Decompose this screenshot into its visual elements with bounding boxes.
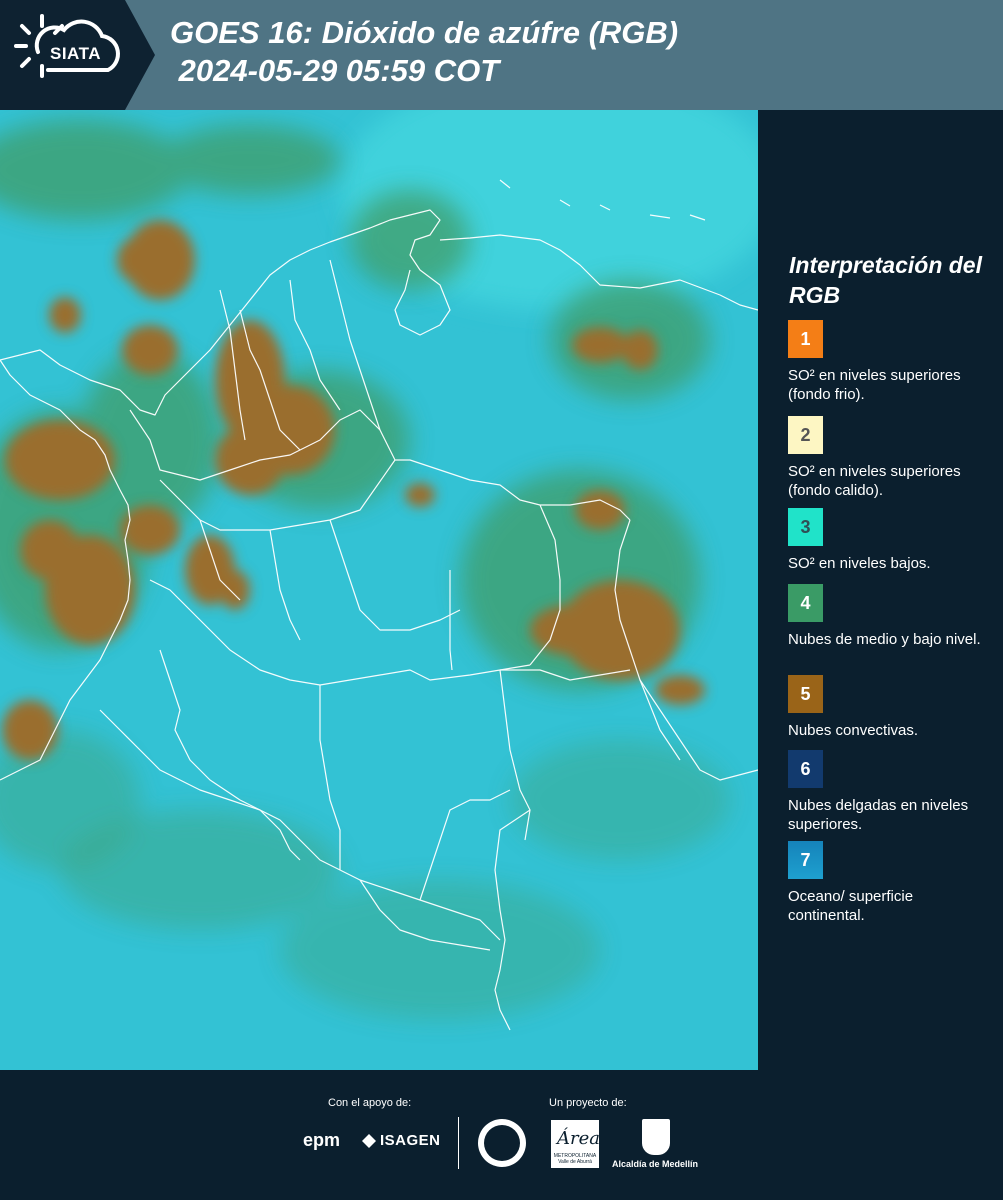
legend-item-7: 7 Oceano/ superficie continental.	[788, 841, 988, 925]
alcaldia-shield-icon	[642, 1119, 670, 1155]
legend-item-6: 6 Nubes delgadas en niveles superiores.	[788, 750, 988, 834]
legend-desc-5: Nubes convectivas.	[788, 722, 919, 739]
project-label: Un proyecto de:	[549, 1097, 627, 1109]
legend-swatch-3: 3	[788, 508, 823, 546]
legend-desc-1: SO² en niveles superiores (fondo frio).	[788, 367, 961, 403]
satellite-map	[0, 110, 758, 1070]
legend-desc-4: Nubes de medio y bajo nivel.	[788, 631, 981, 648]
legend-item-4: 4 Nubes de medio y bajo nivel.	[788, 584, 988, 649]
legend-desc-2: SO² en niveles superiores (fondo calido)…	[788, 463, 961, 499]
legend-panel: Interpretación del RGB 1 SO² en niveles …	[758, 110, 1003, 1070]
legend-title: Interpretación del RGB	[789, 252, 982, 308]
legend-swatch-1: 1	[788, 320, 823, 358]
page-title: GOES 16: Dióxido de azúfre (RGB) 2024-05…	[170, 15, 679, 88]
header-bar: SIATA GOES 16: Dióxido de azúfre (RGB) 2…	[0, 0, 1003, 110]
legend-swatch-6: 6	[788, 750, 823, 788]
rgb-satellite-image	[0, 110, 758, 1070]
area-logo-subtitle: METROPOLITANA Valle de Aburrá	[553, 1153, 597, 1165]
legend-swatch-2: 2	[788, 416, 823, 454]
legend-desc-7: Oceano/ superficie continental.	[788, 888, 914, 924]
footer: Con el apoyo de: Un proyecto de: epm ISA…	[0, 1070, 1003, 1200]
footer-divider	[458, 1117, 459, 1169]
legend-desc-6: Nubes delgadas en niveles superiores.	[788, 797, 969, 833]
legend-desc-3: SO² en niveles bajos.	[788, 555, 931, 572]
area-metropolitana-logo: Área METROPOLITANA Valle de Aburrá	[551, 1120, 600, 1168]
legend-item-3: 3 SO² en niveles bajos.	[788, 508, 988, 573]
alcaldia-logo-text: Alcaldía de Medellín	[612, 1159, 699, 1169]
support-label: Con el apoyo de:	[328, 1097, 412, 1109]
legend-swatch-7: 7	[788, 841, 823, 879]
legend-item-2: 2 SO² en niveles superiores (fondo calid…	[788, 416, 988, 500]
siata-logo: SIATA	[0, 0, 155, 110]
isagen-logo: ISAGEN	[380, 1132, 441, 1149]
legend-swatch-5: 5	[788, 675, 823, 713]
epm-logo: epm	[303, 1130, 341, 1150]
siata-logo-text: SIATA	[50, 44, 101, 63]
legend-item-5: 5 Nubes convectivas.	[788, 675, 988, 740]
legend-swatch-4: 4	[788, 584, 823, 622]
isagen-icon	[362, 1134, 376, 1148]
legend-item-1: 1 SO² en niveles superiores (fondo frio)…	[788, 320, 988, 404]
area-logo-script: Área	[557, 1128, 600, 1149]
medellin-seal	[478, 1119, 526, 1167]
